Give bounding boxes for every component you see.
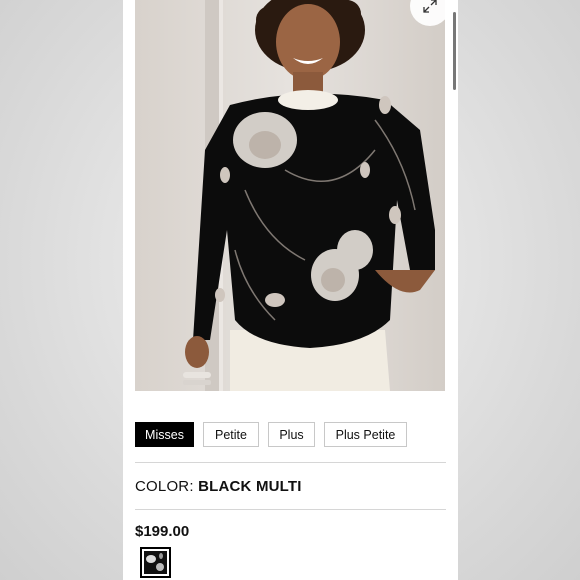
product-page: Misses Petite Plus Plus Petite COLOR: BL…: [123, 0, 458, 580]
divider: [135, 462, 446, 463]
color-label: COLOR:: [135, 478, 194, 495]
tab-petite[interactable]: Petite: [203, 422, 259, 447]
color-label-row: COLOR: BLACK MULTI: [135, 478, 302, 495]
swatch-pattern: [144, 551, 167, 574]
scrollbar[interactable]: [453, 12, 456, 90]
swatch-image: [144, 551, 167, 574]
price: $199.00: [135, 523, 190, 540]
size-tabs: Misses Petite Plus Plus Petite: [135, 422, 416, 447]
expand-arrows-icon: [423, 0, 437, 13]
product-image[interactable]: [135, 0, 445, 391]
color-value: BLACK MULTI: [198, 478, 302, 495]
model-photo: [135, 0, 445, 391]
tab-plus[interactable]: Plus: [268, 422, 315, 447]
tab-plus-petite[interactable]: Plus Petite: [324, 422, 407, 447]
divider: [135, 509, 446, 510]
color-swatch-black-multi[interactable]: [140, 547, 171, 578]
tab-misses[interactable]: Misses: [135, 422, 194, 447]
